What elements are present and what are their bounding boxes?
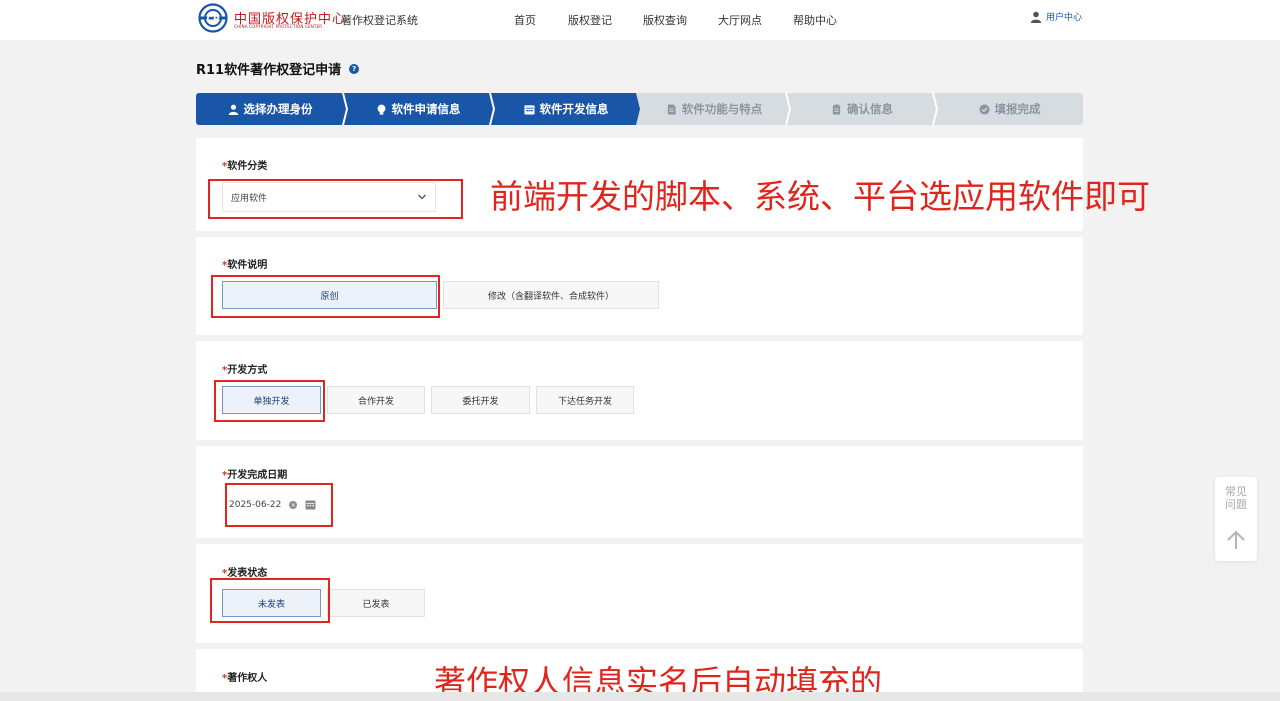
svg-text:CP: CP [206,15,220,25]
step-label: 确认信息 [847,102,893,116]
top-header: CP 中国版权保护中心 CHINA COPYRIGHT PROTECTION C… [0,0,1280,40]
annotation-box-independent [214,380,325,422]
annotation-box-original [211,275,440,318]
step-complete[interactable]: 填报完成 [936,93,1083,125]
dev-mode-label: *开发方式 [222,365,268,376]
faq-link[interactable]: 常见 问题 [1215,485,1257,511]
nav-help[interactable]: 帮助中心 [793,12,837,28]
option-assigned-task-dev[interactable]: 下达任务开发 [536,386,634,414]
step-select-identity[interactable]: 选择办理身份 [196,93,344,125]
completion-date-label: *开发完成日期 [222,470,288,481]
user-icon [1030,11,1042,23]
description-label: *软件说明 [222,260,268,271]
annotation-box-date [225,483,333,527]
step-label: 选择办理身份 [243,102,313,116]
step-development-info[interactable]: 软件开发信息 [492,93,640,125]
annotation-box-unpublished [210,578,330,623]
annotation-category-note: 前端开发的脚本、系统、平台选应用软件即可 [490,177,1150,216]
back-to-top-icon[interactable] [1225,529,1247,551]
nav-home[interactable]: 首页 [514,12,536,28]
nav-registration[interactable]: 版权登记 [568,12,612,28]
option-modified[interactable]: 修改（含翻译软件、合成软件） [443,281,659,309]
step-application-info[interactable]: 软件申请信息 [344,93,492,125]
step-label: 软件功能与特点 [681,102,763,116]
nav-query[interactable]: 版权查询 [643,12,687,28]
option-commissioned-dev[interactable]: 委托开发 [431,386,530,414]
dev-mode-section: *开发方式 单独开发 合作开发 委托开发 下达任务开发 [196,341,1083,440]
step-functions-features[interactable]: 软件功能与特点 [640,93,788,125]
clipboard-icon [832,103,841,115]
user-icon [228,104,238,115]
check-circle-icon [978,103,990,115]
user-center-label: 用户中心 [1046,13,1083,23]
page-title: R11软件著作权登记申请 ? [196,59,360,78]
annotation-box-category [208,179,463,219]
lightbulb-icon [377,104,385,115]
progress-steps: 选择办理身份 软件申请信息 软件开发信息 软件功能与特点 确认信息 填报完成 [196,93,1083,125]
user-center-link[interactable]: 用户中心 [1030,10,1082,23]
step-confirm-info[interactable]: 确认信息 [788,93,936,125]
system-name: 著作权登记系统 [341,14,418,27]
step-label: 软件开发信息 [539,102,609,116]
category-label: *软件分类 [222,161,268,172]
help-icon[interactable]: ? [349,63,360,74]
publish-status-label: *发表状态 [222,568,268,579]
option-cooperative-dev[interactable]: 合作开发 [327,386,425,414]
bottom-scroll-strip [0,692,1280,701]
nav-service-halls[interactable]: 大厅网点 [718,12,762,28]
step-label: 填报完成 [994,102,1041,116]
step-label: 软件申请信息 [391,102,461,116]
option-published[interactable]: 已发表 [327,589,425,617]
copyright-holder-label: *著作权人 [222,673,268,684]
calendar-icon [523,104,535,115]
copyright-center-logo[interactable]: CP [196,3,230,33]
faq-widget[interactable]: 常见 问题 [1215,477,1257,561]
logo-subtitle: CHINA COPYRIGHT PROTECTION CENTER [234,24,323,29]
page-title-text: R11软件著作权登记申请 [196,63,342,78]
document-icon [667,103,676,115]
